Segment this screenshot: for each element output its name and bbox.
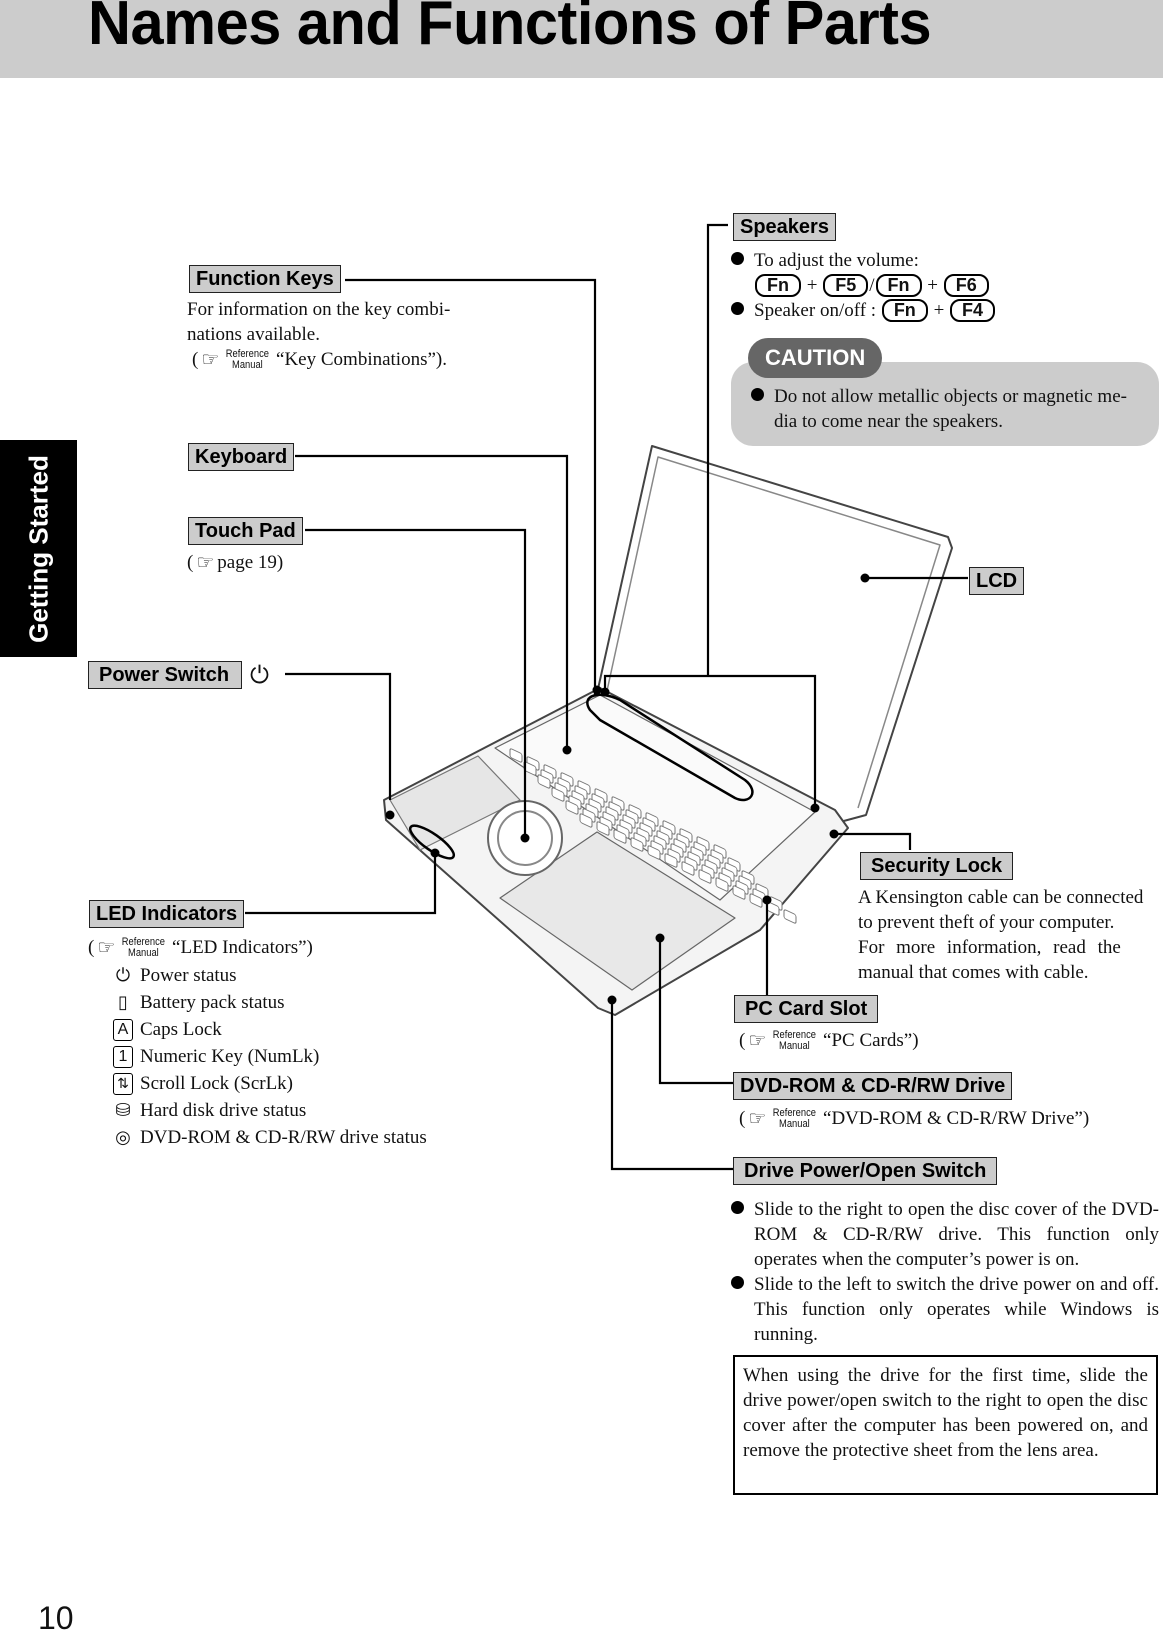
ref-link-led-indicators[interactable]: “LED Indicators”) — [172, 935, 313, 960]
scroll-lock-icon: ⇅ — [113, 1072, 133, 1095]
led-list: ⏻ Power status ▯ Battery pack status A Caps… — [110, 962, 427, 1151]
ref-link-key-combinations[interactable]: “Key Combinations”). — [276, 347, 447, 372]
label-keyboard: Keyboard — [188, 443, 295, 471]
dot-function-keys — [592, 685, 602, 695]
hard-disk-icon: ⛁ — [115, 1100, 131, 1121]
ref-link-page-19[interactable]: page 19) — [217, 550, 283, 575]
led-item-battery: ▯ Battery pack status — [110, 989, 427, 1016]
reference-manual-icon: Reference Manual — [122, 935, 166, 959]
num-lock-icon: 1 — [113, 1045, 133, 1068]
speakers-bullet-volume: To adjust the volume: — [731, 248, 919, 273]
drive-switch-bullet-2: Slide to the left to switch the drive po… — [731, 1272, 1159, 1347]
key-fn: Fn — [755, 274, 801, 297]
label-speakers: Speakers — [733, 213, 836, 241]
led-ref: (☞ Reference Manual “LED Indicators”) — [88, 935, 313, 960]
dvd-drive-ref: (☞ Reference Manual “DVD-ROM & CD-R/RW Dr… — [739, 1106, 1090, 1131]
dot-lcd — [860, 573, 870, 583]
pointing-hand-icon: ☞ — [201, 348, 220, 371]
pointing-hand-icon: ☞ — [97, 936, 116, 959]
label-touch-pad: Touch Pad — [188, 517, 303, 545]
battery-icon: ▯ — [118, 992, 128, 1013]
ref-link-dvd-drive[interactable]: “DVD-ROM & CD-R/RW Drive”) — [823, 1106, 1089, 1131]
leader-keyboard — [295, 454, 569, 750]
key-fn: Fn — [875, 274, 922, 297]
dot-led — [430, 848, 440, 858]
led-item-dvd: ◎ DVD-ROM & CD-R/RW drive status — [110, 1124, 427, 1151]
label-led-indicators: LED Indicators — [89, 900, 245, 928]
key-f5: F5 — [823, 274, 869, 297]
reference-manual-icon: Reference Manual — [226, 347, 270, 371]
label-power-switch: Power Switch — [88, 661, 243, 689]
dot-power-switch — [385, 810, 395, 820]
led-item-power: ⏻ Power status — [110, 962, 427, 989]
reference-manual-icon: Reference Manual — [773, 1106, 817, 1130]
speakers-bullet-onoff: Speaker on/off : Fn + F4 — [731, 298, 996, 323]
pc-card-ref: (☞ Reference Manual “PC Cards”) — [739, 1028, 919, 1053]
leader-security — [834, 832, 912, 850]
bullet-icon — [731, 1201, 744, 1214]
security-lock-line-1: A Kensington cable can be connected — [858, 887, 1144, 908]
key-f4: F4 — [950, 299, 996, 322]
bullet-icon — [731, 1276, 744, 1289]
reference-manual-icon: Reference Manual — [773, 1028, 817, 1052]
label-drive-switch: Drive Power/Open Switch — [733, 1157, 998, 1185]
label-security-lock: Security Lock — [860, 852, 1014, 880]
pointing-hand-icon: ☞ — [196, 551, 215, 574]
security-lock-line-4: manual that comes with cable. — [858, 962, 1089, 983]
dot-speaker-left — [600, 687, 610, 697]
label-dvd-drive: DVD-ROM & CD-R/RW Drive — [733, 1072, 1013, 1100]
caps-lock-icon: A — [113, 1018, 133, 1041]
drive-first-use-note: When using the drive for the first time,… — [733, 1355, 1158, 1495]
led-item-hdd: ⛁ Hard disk drive status — [110, 1097, 427, 1124]
leader-led — [245, 850, 437, 915]
drive-switch-bullet-1: Slide to the right to open the disc cove… — [731, 1197, 1159, 1272]
label-function-keys: Function Keys — [189, 265, 341, 293]
led-item-num-lock: 1 Numeric Key (NumLk) — [110, 1043, 427, 1070]
dot-speaker-right — [810, 803, 820, 813]
function-keys-desc-1: For information on the key combi- — [187, 299, 451, 320]
caution-label: CAUTION — [748, 338, 883, 378]
dot-keyboard — [562, 745, 572, 755]
function-keys-desc-2: nations available. — [187, 324, 320, 345]
bullet-icon — [751, 388, 764, 401]
led-item-caps-lock: A Caps Lock — [110, 1016, 427, 1043]
label-pc-card-slot: PC Card Slot — [734, 995, 879, 1023]
ref-link-pc-cards[interactable]: “PC Cards”) — [823, 1028, 919, 1053]
dot-pc-card — [762, 895, 772, 905]
label-lcd: LCD — [969, 567, 1025, 595]
page-number: 10 — [38, 1600, 74, 1636]
caution-text-2: dia to come near the speakers. — [774, 411, 1003, 432]
dot-drive-switch — [607, 995, 617, 1005]
bullet-icon — [731, 302, 744, 315]
caution-text-1: Do not allow metallic objects or magneti… — [751, 384, 1127, 409]
key-f6: F6 — [943, 274, 989, 297]
security-lock-line-2: to prevent theft of your computer. — [858, 912, 1115, 933]
speakers-volume-keys: Fn + F5/Fn + F6 — [754, 273, 990, 298]
power-icon: ⏻ — [250, 661, 269, 689]
pointing-hand-icon: ☞ — [748, 1107, 767, 1130]
pointing-hand-icon: ☞ — [748, 1029, 767, 1052]
keyboard-key — [783, 909, 797, 924]
power-status-icon: ⏻ — [115, 965, 131, 986]
bullet-icon — [731, 252, 744, 265]
dvd-drive-icon: ◎ — [115, 1127, 131, 1148]
security-lock-line-3: For more information, read the — [858, 937, 1121, 958]
leader-drive-switch — [610, 1000, 733, 1171]
leader-function-keys — [345, 278, 597, 695]
leader-power-switch — [285, 672, 392, 800]
dot-dvd — [655, 933, 665, 943]
led-item-scroll-lock: ⇅ Scroll Lock (ScrLk) — [110, 1070, 427, 1097]
function-keys-ref: (☞ Reference Manual “Key Combinations”). — [192, 347, 447, 372]
dot-touch-pad — [520, 833, 530, 843]
key-fn: Fn — [881, 299, 928, 322]
touch-pad-ref: (☞ page 19) — [187, 550, 284, 575]
dot-security — [829, 829, 839, 839]
